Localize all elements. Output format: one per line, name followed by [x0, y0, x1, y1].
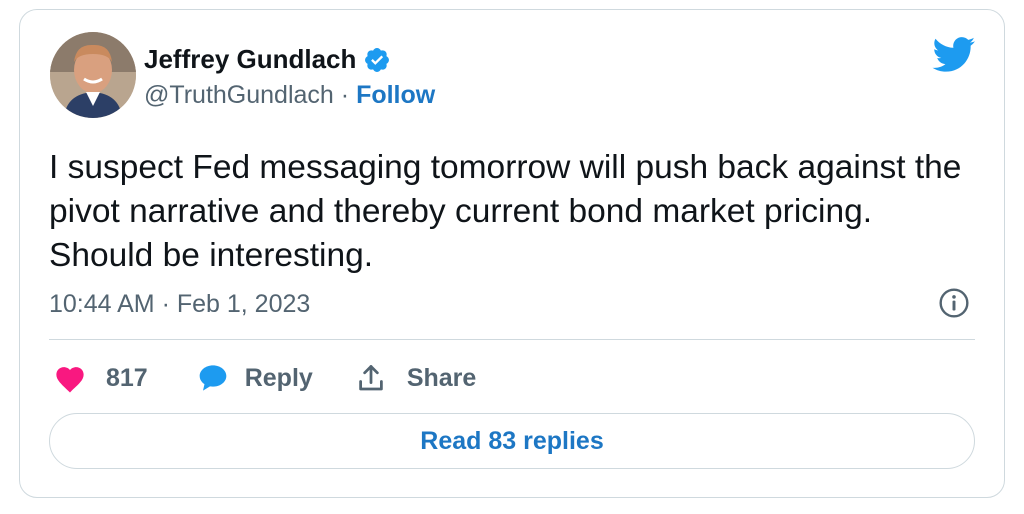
share-label: Share	[406, 363, 477, 392]
twitter-bird-icon[interactable]	[932, 37, 976, 73]
tweet-card: Jeffrey Gundlach @TruthGundlach · Follow…	[19, 9, 1005, 498]
like-button[interactable]: 817	[53, 363, 148, 393]
author-name-row[interactable]: Jeffrey Gundlach	[144, 44, 391, 75]
share-icon	[359, 365, 383, 391]
heart-icon	[56, 367, 84, 393]
share-button[interactable]: Share	[357, 363, 476, 393]
speech-bubble-icon	[199, 365, 227, 391]
info-icon[interactable]	[938, 287, 970, 319]
verified-badge-icon	[363, 46, 391, 74]
divider	[49, 339, 975, 340]
action-bar: 817 Reply Share	[53, 358, 476, 398]
read-replies-button[interactable]: Read 83 replies	[49, 413, 975, 469]
tweet-timestamp[interactable]: 10:44 AM · Feb 1, 2023	[49, 290, 310, 319]
read-replies-label: Read 83 replies	[420, 426, 604, 455]
avatar[interactable]	[50, 32, 136, 118]
separator-dot: ·	[340, 81, 357, 109]
follow-button[interactable]: Follow	[356, 81, 435, 109]
author-handle[interactable]: @TruthGundlach	[144, 81, 334, 109]
handle-row: @TruthGundlach · Follow	[144, 81, 435, 110]
avatar-image	[50, 32, 136, 118]
like-count: 817	[106, 363, 148, 392]
tweet-text: I suspect Fed messaging tomorrow will pu…	[49, 149, 971, 274]
reply-label: Reply	[244, 363, 313, 392]
reply-button[interactable]: Reply	[196, 362, 313, 394]
author-display-name[interactable]: Jeffrey Gundlach	[144, 44, 356, 75]
